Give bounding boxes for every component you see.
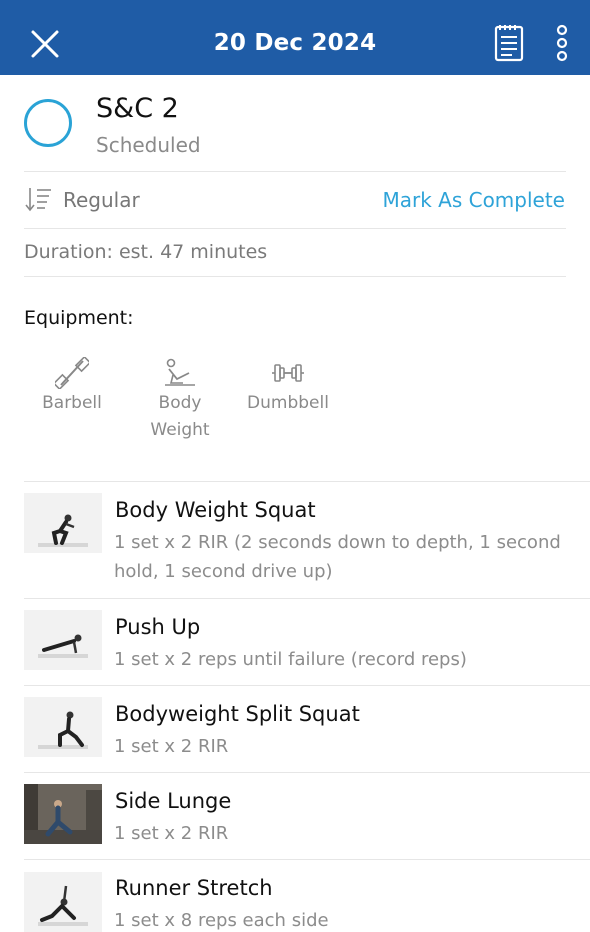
exercise-description-line: 1 set x 8 reps each side [114, 910, 329, 931]
equipment-label: Barbell [42, 393, 102, 413]
equipment-label: Weight [150, 420, 210, 440]
barbell-icon [55, 357, 89, 389]
exercise-thumbnail [24, 610, 102, 670]
exercise-description: 1 set x 2 RIR [114, 732, 564, 761]
equipment-item-barbell: Barbell [32, 357, 112, 417]
exercise-thumbnail [24, 697, 102, 757]
exercise-description: 1 set x 8 reps each side [114, 906, 564, 932]
exercise-description-line: 1 set x 2 RIR [114, 823, 229, 844]
exercise-name: Body Weight Squat [115, 498, 316, 522]
exercise-item[interactable]: Push Up 1 set x 2 reps until failure (re… [0, 599, 590, 685]
sort-icon[interactable] [24, 185, 52, 213]
notepad-icon[interactable] [490, 22, 528, 64]
body-weight-icon [165, 358, 195, 386]
divider [24, 228, 566, 229]
exercise-description: 1 set x 2 RIR [114, 819, 564, 848]
workout-status: Scheduled [96, 133, 201, 157]
exercise-description-line: 1 set x 2 RIR (2 seconds down to depth, … [114, 532, 561, 553]
exercise-name: Side Lunge [115, 789, 232, 813]
sort-row: Regular Mark As Complete [0, 173, 590, 228]
mark-as-complete-button[interactable]: Mark As Complete [382, 188, 565, 212]
duration-text: Duration: est. 47 minutes [24, 241, 268, 263]
workout-name: S&C 2 [96, 93, 179, 124]
more-vertical-icon[interactable] [550, 22, 574, 64]
top-bar: 20 Dec 2024 [0, 0, 590, 75]
exercise-thumbnail [24, 493, 102, 553]
divider [24, 171, 566, 172]
exercise-item[interactable]: Side Lunge 1 set x 2 RIR [0, 773, 590, 859]
equipment-item-dumbbell: Dumbbell [238, 357, 338, 417]
workout-header: S&C 2 Scheduled [0, 75, 590, 172]
exercise-name: Push Up [115, 615, 201, 639]
divider [24, 276, 566, 277]
exercise-thumbnail [24, 784, 102, 844]
completion-status-toggle[interactable] [24, 99, 72, 147]
exercise-description: 1 set x 2 reps until failure (record rep… [114, 645, 564, 674]
exercise-item[interactable]: Body Weight Squat 1 set x 2 RIR (2 secon… [0, 482, 590, 598]
exercise-item[interactable]: Runner Stretch 1 set x 8 reps each side [0, 860, 590, 932]
equipment-title: Equipment: [24, 307, 134, 329]
dumbbell-icon [272, 364, 304, 382]
exercise-description-line: 1 set x 2 RIR [114, 736, 229, 757]
equipment-item-body-weight: Body Weight [140, 357, 220, 444]
exercise-description-line: hold, 1 second drive up) [114, 561, 333, 582]
equipment-label: Dumbbell [247, 393, 329, 413]
equipment-label: Body [158, 393, 202, 413]
exercise-name: Bodyweight Split Squat [115, 702, 360, 726]
exercise-description: 1 set x 2 RIR (2 seconds down to depth, … [114, 528, 564, 586]
exercise-name: Runner Stretch [115, 876, 273, 900]
exercise-item[interactable]: Bodyweight Split Squat 1 set x 2 RIR [0, 686, 590, 772]
exercise-thumbnail [24, 872, 102, 932]
sort-label[interactable]: Regular [63, 188, 140, 212]
exercise-description-line: 1 set x 2 reps until failure (record rep… [114, 649, 467, 670]
